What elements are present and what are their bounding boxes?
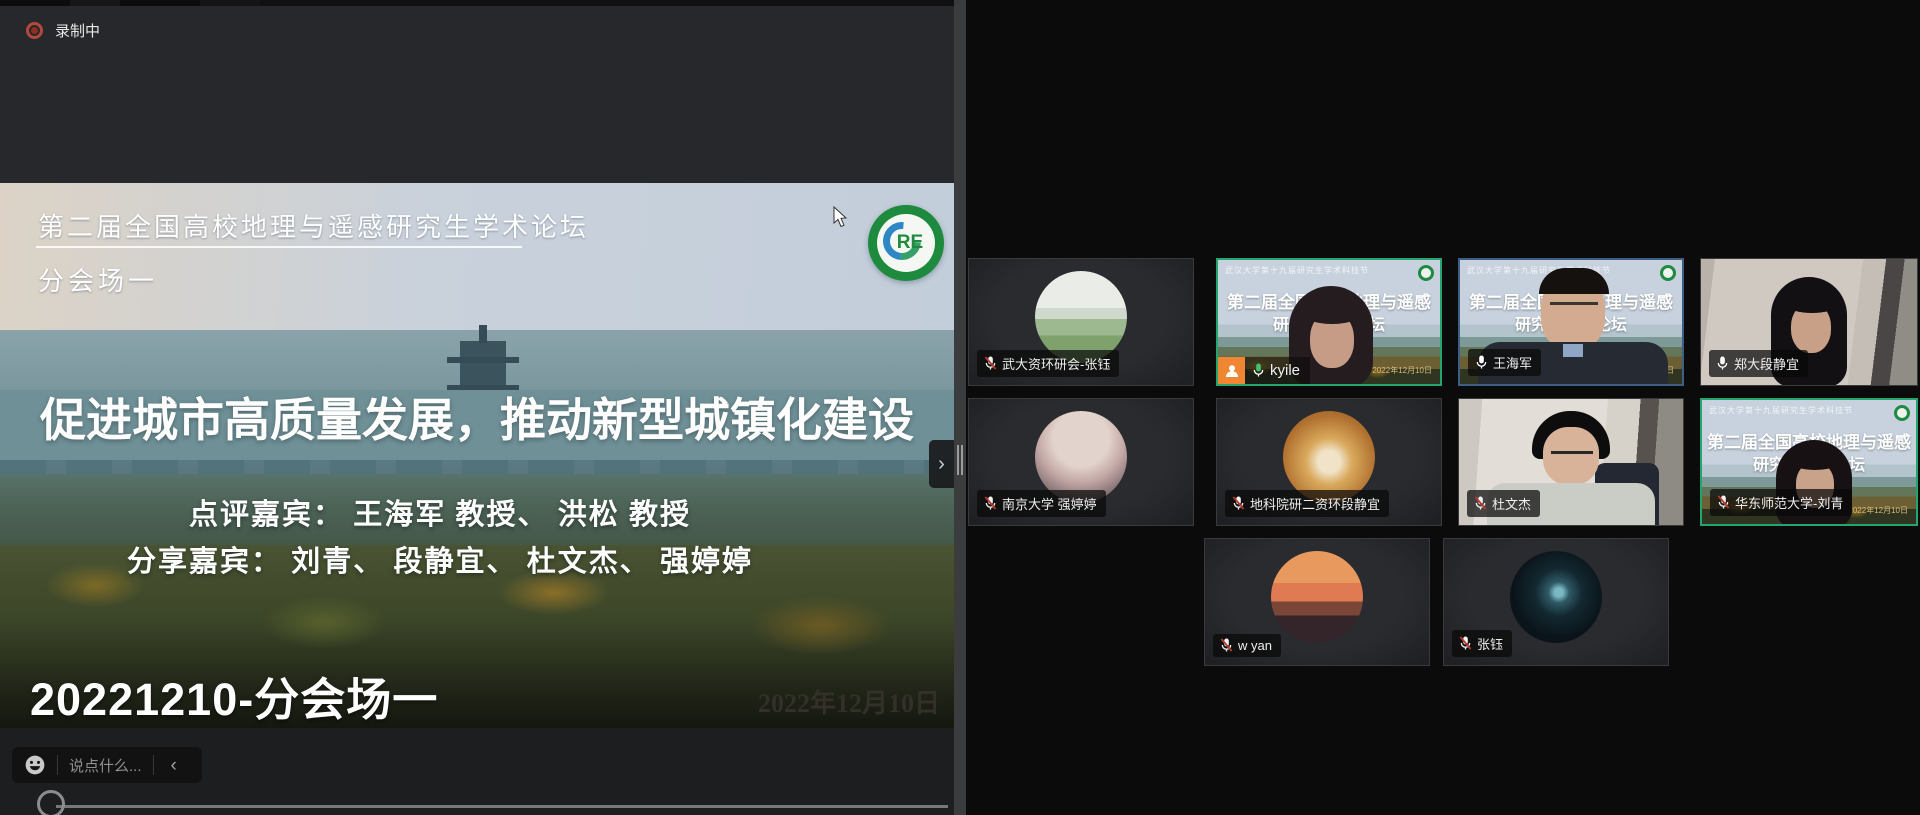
slide-footer-date: 2022年12月10日 — [730, 683, 940, 720]
mic-muted-icon — [1717, 495, 1730, 510]
logo-re-text: RE — [897, 232, 923, 254]
participant-tile[interactable]: 武大资环研会-张钰 — [968, 258, 1194, 386]
participant-tile[interactable]: 杜文杰 — [1458, 398, 1684, 526]
chevron-right-icon: › — [938, 453, 945, 476]
participant-tile[interactable]: 郑大段静宜 — [1700, 258, 1918, 386]
presentation-slide: 第二届全国高校地理与遥感研究生学术论坛 分会场一 RE 促进城市高质量发展，推动… — [0, 183, 954, 728]
participant-name: 杜文杰 — [1492, 494, 1531, 513]
mic-muted-icon — [1474, 496, 1487, 511]
slide-sky — [0, 183, 954, 330]
mic-icon — [1475, 355, 1488, 370]
slide-forum-title: 第二届全国高校地理与遥感研究生学术论坛 — [38, 207, 589, 244]
participant-name-pill: 武大资环研会-张钰 — [977, 350, 1119, 377]
chat-input-bar[interactable]: 说点什么... ‹ — [12, 747, 202, 783]
slide-reviewers-line: 点评嘉宾： 王海军 教授、 洪松 教授 — [60, 491, 820, 533]
emoji-icon[interactable] — [24, 754, 46, 776]
recording-label: 录制中 — [55, 20, 100, 41]
participant-name-pill: 南京大学 强婷婷 — [977, 490, 1106, 517]
slide-main-title: 促进城市高质量发展，推动新型城镇化建设 — [0, 384, 954, 450]
avatar — [1510, 551, 1602, 643]
mic-muted-icon — [984, 356, 997, 371]
participant-tile[interactable]: 南京大学 强婷婷 — [968, 398, 1194, 526]
participant-tile[interactable]: 武汉大学第十九届研究生学术科技节 第二届全国高校地理与遥感 研究生学术论坛 20… — [1458, 258, 1684, 386]
panel-divider[interactable] — [954, 0, 966, 815]
mic-muted-icon — [1459, 636, 1472, 651]
participant-tile[interactable]: 张钰 — [1443, 538, 1669, 666]
record-icon — [26, 22, 43, 39]
mouse-cursor-icon — [833, 206, 849, 228]
window-top-strip — [0, 0, 954, 6]
slide-underline — [36, 246, 522, 248]
participant-name-pill: 杜文杰 — [1467, 490, 1540, 517]
participant-name: 地科院研二资环段静宜 — [1250, 494, 1380, 513]
participant-name-pill: 地科院研二资环段静宜 — [1225, 490, 1389, 517]
participant-tile[interactable]: 武汉大学第十九届研究生学术科技节 第二届全国高校地理与遥感 研究生学术论坛 20… — [1700, 398, 1918, 526]
participant-name: 华东师范大学-刘青 — [1735, 493, 1843, 512]
participant-name-pill: 王海军 — [1468, 349, 1541, 376]
mic-muted-icon — [984, 496, 997, 511]
mic-muted-icon — [1220, 638, 1233, 653]
progress-handle[interactable] — [37, 790, 65, 815]
participant-name-pill: 张钰 — [1452, 630, 1512, 657]
forum-logo: RE — [868, 205, 944, 281]
chevron-left-icon[interactable]: ‹ — [165, 756, 183, 775]
avatar — [1271, 551, 1363, 643]
slide-speakers-line: 分享嘉宾： 刘青、 段静宜、 杜文杰、 强婷婷 — [60, 538, 820, 580]
participant-name: 郑大段静宜 — [1734, 354, 1799, 373]
participant-name: kyile — [1270, 362, 1300, 379]
recording-indicator: 录制中 — [26, 20, 100, 41]
divider-line — [57, 755, 58, 775]
mic-icon — [1716, 356, 1729, 371]
hand-raised-badge-icon — [1218, 357, 1245, 384]
divider-line — [153, 755, 154, 775]
progress-track[interactable] — [56, 805, 948, 808]
participant-name: 王海军 — [1493, 353, 1532, 372]
participant-name: 武大资环研会-张钰 — [1002, 354, 1110, 373]
mic-muted-icon — [1232, 496, 1245, 511]
participant-name-pill: 华东师范大学-刘青 — [1710, 489, 1852, 516]
participant-name-pill: w yan — [1213, 634, 1281, 657]
participant-name: w yan — [1238, 638, 1272, 653]
meeting-window: 录制中 第二届全国高校地理与遥感研究生学术论坛 分会场一 RE 促进城市高质量发… — [0, 0, 1920, 815]
expand-panel-button[interactable]: › — [929, 440, 954, 488]
participant-name: 张钰 — [1477, 634, 1503, 653]
participant-name-pill: kyile — [1245, 357, 1310, 384]
mic-active-icon — [1252, 363, 1265, 378]
slide-footer-title: 20221210-分会场一 — [30, 663, 438, 728]
chat-input[interactable]: 说点什么... — [69, 755, 142, 776]
participant-tile[interactable]: w yan — [1204, 538, 1430, 666]
shared-screen-panel: 录制中 第二届全国高校地理与遥感研究生学术论坛 分会场一 RE 促进城市高质量发… — [0, 0, 954, 815]
participant-name: 南京大学 强婷婷 — [1002, 494, 1097, 513]
forum-logo-inner: RE — [877, 214, 935, 272]
participants-grid: 武大资环研会-张钰 武汉大学第十九届研究生学术科技节 第二届全国高校地理与遥感 … — [966, 0, 1920, 815]
participant-name-pill: 郑大段静宜 — [1709, 350, 1808, 377]
participant-tile[interactable]: 武汉大学第十九届研究生学术科技节 第二届全国高校地理与遥感 研究生学术论坛 20… — [1216, 258, 1442, 386]
participant-tile[interactable]: 地科院研二资环段静宜 — [1216, 398, 1442, 526]
slide-session-label: 分会场一 — [38, 261, 158, 298]
